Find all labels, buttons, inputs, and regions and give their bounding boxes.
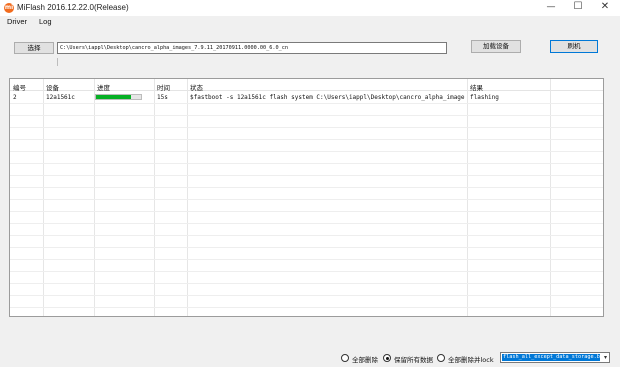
flash-button[interactable]: 刷机 [550, 40, 598, 53]
cell-status: $fastboot -s 12a1561c flash system C:\Us… [190, 94, 465, 101]
column-header-device: 设备 [46, 85, 59, 92]
chevron-down-icon[interactable]: ▾ [601, 353, 610, 362]
cell-id: 2 [13, 94, 17, 101]
close-button[interactable]: ✕ [592, 0, 618, 16]
rom-path-input[interactable]: C:\Users\iappl\Desktop\cancro_alpha_imag… [57, 42, 447, 54]
cell-time: 15s [157, 94, 168, 101]
row-line [10, 271, 603, 272]
row-line [10, 151, 603, 152]
mi-logo-icon: mi [4, 3, 14, 13]
column-header-status: 状态 [190, 85, 203, 92]
column-header-result: 结果 [470, 85, 483, 92]
radio-clean-all-and-lock[interactable] [437, 354, 445, 362]
menu-item-log[interactable]: Log [39, 17, 52, 26]
row-line [10, 175, 603, 176]
title-bar: mi MiFlash 2016.12.22.0(Release) — ☐ ✕ [0, 0, 620, 16]
progress-bar-fill [96, 95, 132, 99]
row-line [10, 307, 603, 308]
divider [57, 58, 58, 66]
menu-bar: Driver Log [0, 16, 620, 29]
cell-device: 12a1561c [46, 94, 75, 101]
cell-result: flashing [470, 94, 499, 101]
radio-label-save-user-data: 保留所有数据 [394, 356, 433, 364]
column-header-id: 编号 [13, 85, 26, 92]
row-line [10, 247, 603, 248]
column-header-time: 时间 [157, 85, 170, 92]
radio-label-clean-all-and-lock: 全部删除并lock [448, 356, 494, 364]
row-line [10, 283, 603, 284]
menu-item-driver[interactable]: Driver [7, 17, 27, 26]
progress-bar [95, 94, 142, 100]
row-line [10, 295, 603, 296]
row-line [10, 187, 603, 188]
row-line [10, 259, 603, 260]
flash-script-select[interactable]: flash_all_except_data_storage.bat ▾ [500, 352, 610, 363]
device-table[interactable]: 编号 设备 进度 时间 状态 结果 2 12a1561c 15s $fastbo… [9, 78, 604, 317]
minimize-button[interactable]: — [538, 0, 564, 16]
select-folder-button[interactable]: 选择 [14, 42, 54, 54]
load-device-button[interactable]: 加载设备 [471, 40, 521, 53]
maximize-button[interactable]: ☐ [565, 0, 591, 16]
row-line [10, 163, 603, 164]
radio-save-user-data[interactable] [383, 354, 391, 362]
radio-label-clean-all: 全部删除 [352, 356, 378, 364]
row-line [10, 127, 603, 128]
row-line [10, 235, 603, 236]
flash-script-value: flash_all_except_data_storage.bat [502, 354, 600, 361]
row-line [10, 115, 603, 116]
row-line [10, 211, 603, 212]
row-line [10, 103, 603, 104]
radio-clean-all[interactable] [341, 354, 349, 362]
window-title: MiFlash 2016.12.22.0(Release) [17, 3, 129, 12]
column-header-progress: 进度 [97, 85, 110, 92]
table-header: 编号 设备 进度 时间 状态 结果 [10, 79, 603, 92]
row-line [10, 223, 603, 224]
row-line [10, 139, 603, 140]
row-line [10, 199, 603, 200]
